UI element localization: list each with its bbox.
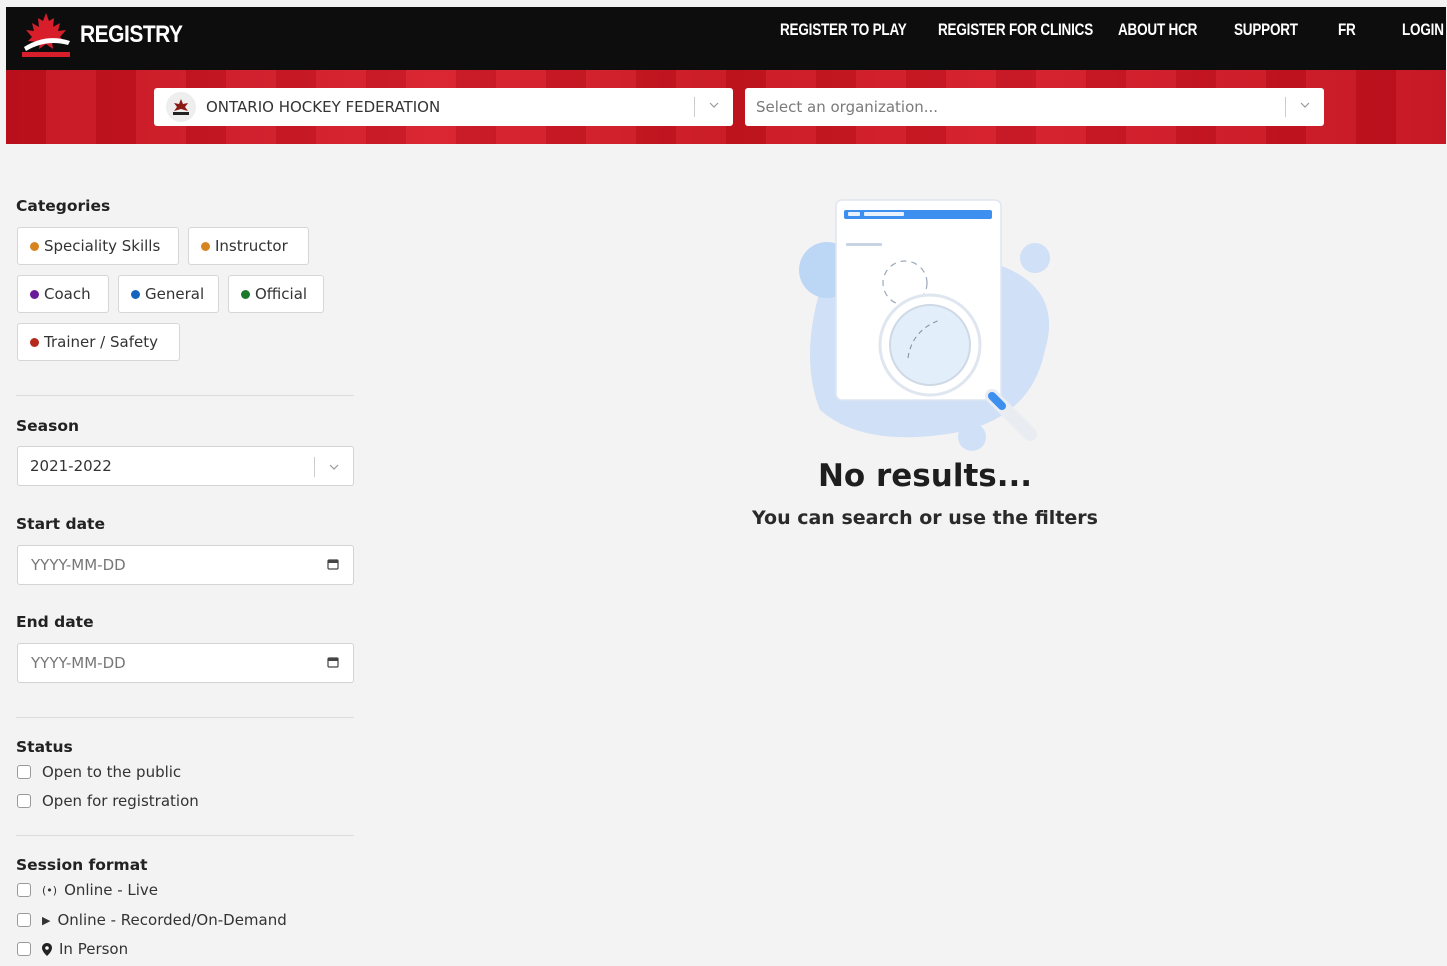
calendar-icon[interactable]	[327, 558, 339, 570]
nav-support[interactable]: SUPPORT	[1234, 21, 1298, 39]
category-chip-label: Trainer / Safety	[44, 333, 158, 351]
nav-language-fr[interactable]: FR	[1338, 21, 1356, 39]
category-chip-speciality-skills[interactable]: Speciality Skills	[17, 227, 179, 265]
category-dot	[30, 289, 39, 299]
checkbox[interactable]	[17, 794, 31, 808]
chevron-down-icon[interactable]	[1299, 99, 1311, 111]
broadcast-icon: (•)	[42, 883, 58, 897]
format-option-label: Online - Live	[64, 881, 159, 899]
top-navbar: REGISTRY REGISTER TO PLAY REGISTER FOR C…	[6, 7, 1446, 70]
category-chip-label: Official	[255, 285, 308, 303]
category-dot	[241, 289, 250, 299]
season-label: Season	[16, 417, 80, 435]
category-chip-label: Instructor	[215, 237, 288, 255]
status-label: Status	[16, 738, 73, 756]
category-chip-instructor[interactable]: Instructor	[188, 227, 309, 265]
status-option-label: Open for registration	[42, 792, 199, 810]
category-chip-trainer-safety[interactable]: Trainer / Safety	[17, 323, 180, 361]
select-separator	[1285, 97, 1286, 117]
chevron-down-icon[interactable]	[708, 99, 720, 111]
map-pin-icon	[42, 942, 52, 956]
divider	[16, 717, 354, 718]
category-dot	[131, 289, 140, 299]
calendar-icon[interactable]	[327, 656, 339, 668]
category-dot	[30, 241, 39, 251]
checkbox[interactable]	[17, 765, 31, 779]
checkbox[interactable]	[17, 913, 31, 927]
start-date-placeholder: YYYY-MM-DD	[31, 556, 126, 574]
category-dot	[201, 241, 210, 251]
status-option-registration[interactable]: Open for registration	[17, 792, 199, 810]
end-date-input[interactable]: YYYY-MM-DD	[17, 643, 354, 683]
divider	[16, 395, 354, 396]
divider	[16, 835, 354, 836]
category-chip-label: Coach	[44, 285, 91, 303]
play-icon: ▶	[42, 913, 51, 927]
federation-select[interactable]: ONTARIO HOCKEY FEDERATION	[154, 88, 733, 126]
status-option-label: Open to the public	[42, 763, 182, 781]
nav-about-hcr[interactable]: ABOUT HCR	[1118, 21, 1197, 39]
status-option-public[interactable]: Open to the public	[17, 763, 181, 781]
category-chip-coach[interactable]: Coach	[17, 275, 109, 313]
end-date-label: End date	[16, 613, 94, 631]
no-results-subtitle: You can search or use the filters	[752, 507, 1098, 529]
format-option-online-live[interactable]: (•) Online - Live	[17, 881, 158, 899]
start-date-label: Start date	[16, 515, 105, 533]
season-select[interactable]: 2021-2022	[17, 446, 354, 486]
category-chip-label: Speciality Skills	[44, 237, 161, 255]
federation-select-value: ONTARIO HOCKEY FEDERATION	[206, 98, 441, 116]
category-chip-official[interactable]: Official	[228, 275, 324, 313]
nav-register-to-play[interactable]: REGISTER TO PLAY	[780, 21, 907, 39]
federation-logo-icon	[166, 92, 196, 122]
select-separator	[314, 457, 315, 477]
select-separator	[694, 97, 695, 117]
start-date-input[interactable]: YYYY-MM-DD	[17, 545, 354, 585]
nav-register-for-clinics[interactable]: REGISTER FOR CLINICS	[938, 21, 1093, 39]
main-nav: REGISTER TO PLAY REGISTER FOR CLINICS AB…	[6, 7, 1446, 52]
session-format-label: Session format	[16, 856, 148, 874]
nav-login[interactable]: LOGIN	[1402, 21, 1444, 39]
category-chip-label: General	[145, 285, 205, 303]
checkbox[interactable]	[17, 942, 31, 956]
chevron-down-icon[interactable]	[328, 461, 340, 473]
category-dot	[30, 337, 39, 347]
no-results-illustration	[799, 199, 1050, 451]
format-option-label: Online - Recorded/On-Demand	[57, 911, 287, 929]
format-option-label: In Person	[59, 940, 129, 958]
category-chip-general[interactable]: General	[118, 275, 219, 313]
no-results-title: No results...	[817, 458, 1033, 494]
organization-select-placeholder: Select an organization...	[756, 98, 939, 116]
end-date-placeholder: YYYY-MM-DD	[31, 654, 126, 672]
format-option-in-person[interactable]: In Person	[17, 940, 128, 958]
organization-select[interactable]: Select an organization...	[745, 88, 1324, 126]
season-select-value: 2021-2022	[30, 457, 112, 475]
categories-label: Categories	[16, 197, 111, 215]
format-option-online-recorded[interactable]: ▶ Online - Recorded/On-Demand	[17, 911, 287, 929]
checkbox[interactable]	[17, 883, 31, 897]
